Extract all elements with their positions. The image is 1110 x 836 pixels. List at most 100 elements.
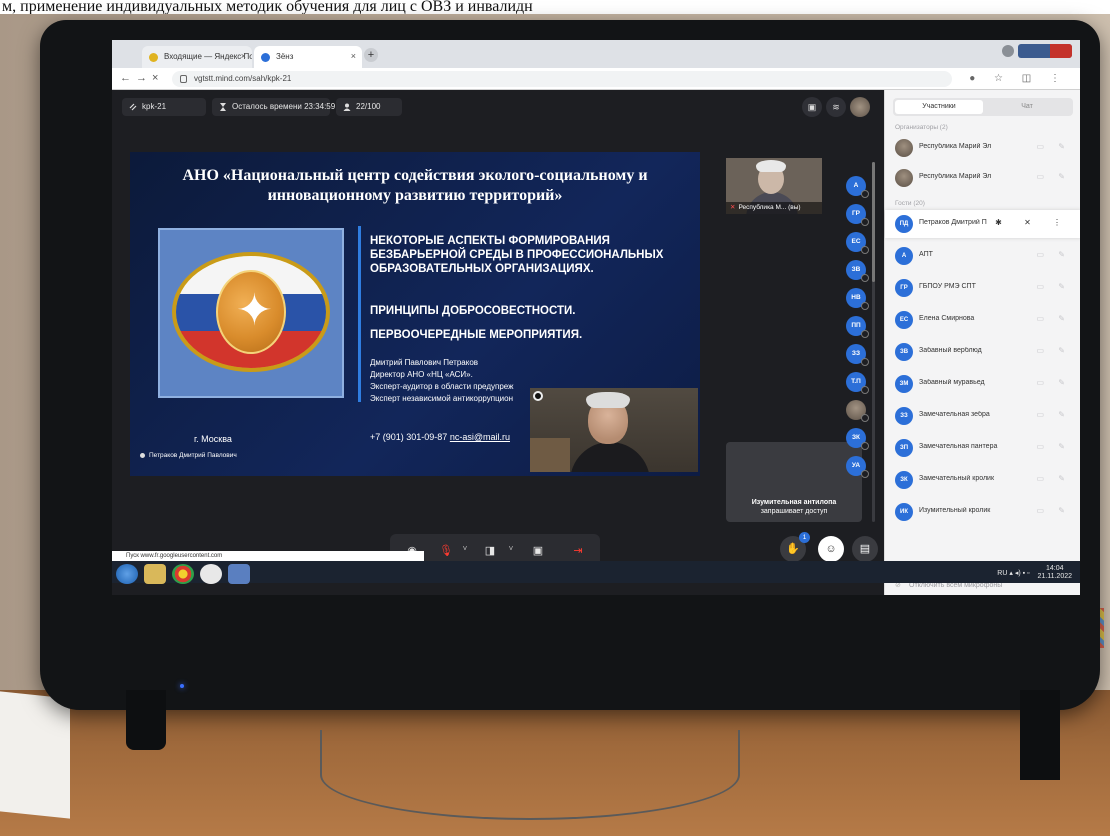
participant-row[interactable]: ЗВ Забавный верблюд ▭ ✎ bbox=[885, 338, 1080, 366]
participant-row[interactable]: ИК Изумительный кролик ▭ ✎ bbox=[885, 498, 1080, 526]
browser-status-bar: Пуск www.fr.googleusercontent.com bbox=[112, 551, 424, 561]
close-icon[interactable]: × bbox=[351, 51, 356, 61]
avatar: ГР bbox=[895, 279, 913, 297]
participant-row[interactable]: ГР ГБПОУ РМЭ СПТ ▭ ✎ bbox=[885, 274, 1080, 302]
participant-row[interactable]: ЗП Замечательная пантера ▭ ✎ bbox=[885, 434, 1080, 462]
participants-button[interactable]: ☺ bbox=[818, 536, 844, 562]
conference-icon bbox=[261, 53, 270, 62]
app-icon[interactable] bbox=[228, 564, 250, 584]
strip-avatar[interactable]: ЗК bbox=[846, 428, 869, 450]
settings-icon[interactable]: ≋ bbox=[826, 97, 846, 117]
language-indicator[interactable]: RU bbox=[997, 570, 1007, 577]
slide-subheading-1: ПРИНЦИПЫ ДОБРОСОВЕСТНОСТИ. bbox=[370, 305, 576, 317]
chat-button[interactable]: ▤ bbox=[852, 536, 878, 562]
people-icon bbox=[343, 103, 351, 111]
participants-chip[interactable]: 22/100 bbox=[336, 98, 402, 116]
mic-off-button[interactable]: 🎙 bbox=[438, 543, 454, 559]
strip-avatar[interactable]: ЕС bbox=[846, 232, 869, 254]
participant-name: Республика Марий Эл bbox=[919, 143, 992, 150]
strip-avatar-photo[interactable] bbox=[846, 400, 869, 422]
back-icon[interactable]: ← bbox=[120, 72, 131, 84]
strip-avatar[interactable]: ГР bbox=[846, 204, 869, 226]
camera-button[interactable]: ◨ bbox=[482, 543, 498, 559]
tab-label: Зёнз bbox=[276, 52, 294, 61]
avatar: ЗМ bbox=[895, 375, 913, 393]
participant-actions[interactable]: ▭ ✎ bbox=[1037, 410, 1071, 419]
strip-avatar[interactable]: ЗВ bbox=[846, 260, 869, 282]
strip-avatar[interactable]: ПП bbox=[846, 316, 869, 338]
participant-actions[interactable]: ▭ ✎ bbox=[1037, 442, 1071, 451]
strip-avatar[interactable]: УА bbox=[846, 456, 869, 478]
timer-chip: Осталось времени 23:34:59 bbox=[212, 98, 335, 116]
timer-value: 23:34:59 bbox=[304, 102, 336, 111]
email-link: nc-asi@mail.ru bbox=[449, 432, 510, 442]
strip-avatar[interactable]: А bbox=[846, 176, 869, 198]
raise-hand-button[interactable]: ✋ 1 bbox=[780, 532, 810, 562]
avatar: ЗВ bbox=[895, 343, 913, 361]
url-input[interactable]: vgtstt.mind.com/sah/kpk-21 bbox=[172, 71, 952, 87]
participant-row[interactable]: ЗЗ Замечательная зебра ▭ ✎ bbox=[885, 402, 1080, 430]
participant-row[interactable]: А АПТ ▭ ✎ bbox=[885, 242, 1080, 270]
participant-row[interactable]: ПД Петраков Дмитрий П ✱ ✕ ⋮ bbox=[885, 210, 1080, 238]
speaker-video[interactable] bbox=[530, 388, 698, 472]
self-video-tile[interactable]: ✕ Республика М... (вы) bbox=[726, 158, 822, 214]
phone-text: +7 (901) 301-09-87 bbox=[370, 432, 448, 442]
tab-chat[interactable]: Чат bbox=[983, 100, 1071, 114]
participant-actions[interactable]: ▭ ✎ bbox=[1037, 142, 1071, 151]
participant-actions[interactable]: ▭ ✎ bbox=[1037, 282, 1071, 291]
chrome-icon[interactable] bbox=[172, 564, 194, 584]
participant-row[interactable]: ЗМ Забавный муравьед ▭ ✎ bbox=[885, 370, 1080, 398]
slide-heading: НЕКОТОРЫЕ АСПЕКТЫ ФОРМИРОВАНИЯ БЕЗБАРЬЕР… bbox=[370, 235, 664, 275]
participant-row[interactable]: Республика Марий Эл ▭ ✎ bbox=[885, 164, 1080, 192]
share-screen-button[interactable]: ▣ bbox=[530, 543, 546, 559]
strip-avatar[interactable]: НВ bbox=[846, 288, 869, 310]
reload-icon[interactable]: × bbox=[152, 72, 158, 84]
participant-name: Изумительный кролик bbox=[919, 507, 991, 514]
explorer-icon[interactable] bbox=[144, 564, 166, 584]
tray-icons[interactable]: ▴ ◂) ▪ ▫ bbox=[1009, 570, 1029, 577]
participant-row[interactable]: ЗК Замечательный кролик ▭ ✎ bbox=[885, 466, 1080, 494]
chevron-down-icon[interactable]: ˅ bbox=[506, 544, 516, 553]
lock-icon bbox=[180, 75, 187, 83]
chevron-down-icon[interactable]: ˅ bbox=[460, 544, 470, 553]
participant-actions[interactable]: ▭ ✎ bbox=[1037, 378, 1071, 387]
participant-actions[interactable]: ▭ ✎ bbox=[1037, 506, 1071, 515]
layout-icon[interactable]: ▣ bbox=[802, 97, 822, 117]
participant-actions[interactable]: ▭ ✎ bbox=[1037, 172, 1071, 181]
participant-actions[interactable]: ▭ ✎ bbox=[1037, 346, 1071, 355]
window-controls[interactable] bbox=[1018, 44, 1072, 58]
toolbar-icons[interactable]: ● ☆ ◫ ⋮ bbox=[969, 73, 1068, 84]
tab-participants[interactable]: Участники bbox=[895, 100, 983, 114]
profile-icon[interactable] bbox=[1002, 45, 1014, 57]
section-guests: Гости (20) bbox=[895, 200, 925, 207]
avatar bbox=[895, 139, 913, 157]
participant-row[interactable]: ЕС Елена Смирнова ▭ ✎ bbox=[885, 306, 1080, 334]
participant-actions[interactable]: ✱ ✕ ⋮ bbox=[995, 218, 1071, 227]
strip-avatar[interactable]: ЗЗ bbox=[846, 344, 869, 366]
yandex-icon[interactable] bbox=[200, 564, 222, 584]
forward-icon[interactable]: → bbox=[136, 72, 147, 84]
participant-actions[interactable]: ▭ ✎ bbox=[1037, 250, 1071, 259]
strip-scrollbar[interactable] bbox=[872, 162, 875, 522]
avatar: ИК bbox=[895, 503, 913, 521]
participant-actions[interactable]: ▭ ✎ bbox=[1037, 474, 1071, 483]
participant-name: Замечательная пантера bbox=[919, 443, 998, 450]
new-tab-button[interactable]: + bbox=[364, 48, 378, 62]
participant-actions[interactable]: ▭ ✎ bbox=[1037, 314, 1071, 323]
mail-icon bbox=[149, 53, 158, 62]
leave-button[interactable]: ⇥ bbox=[570, 543, 586, 559]
participant-row[interactable]: Республика Марий Эл ▭ ✎ bbox=[885, 134, 1080, 162]
slide-city: г. Москва bbox=[194, 434, 232, 444]
start-button[interactable] bbox=[116, 564, 138, 584]
window-close-button[interactable] bbox=[1050, 44, 1072, 58]
strip-avatar[interactable]: Т.П bbox=[846, 372, 869, 394]
self-avatar[interactable] bbox=[850, 97, 870, 117]
tab-mail[interactable]: Входящие — Яндекс Почта × bbox=[142, 46, 252, 68]
room-chip[interactable]: kpk-21 bbox=[122, 98, 206, 116]
clock[interactable]: 14:04 21.11.2022 bbox=[1037, 565, 1072, 581]
browser-tab-bar: Входящие — Яндекс Почта × Зёнз × + bbox=[112, 40, 1080, 68]
tab-conference[interactable]: Зёнз × bbox=[254, 46, 362, 68]
avatar bbox=[895, 169, 913, 187]
avatar: ЗЗ bbox=[895, 407, 913, 425]
close-icon[interactable]: × bbox=[241, 51, 246, 61]
